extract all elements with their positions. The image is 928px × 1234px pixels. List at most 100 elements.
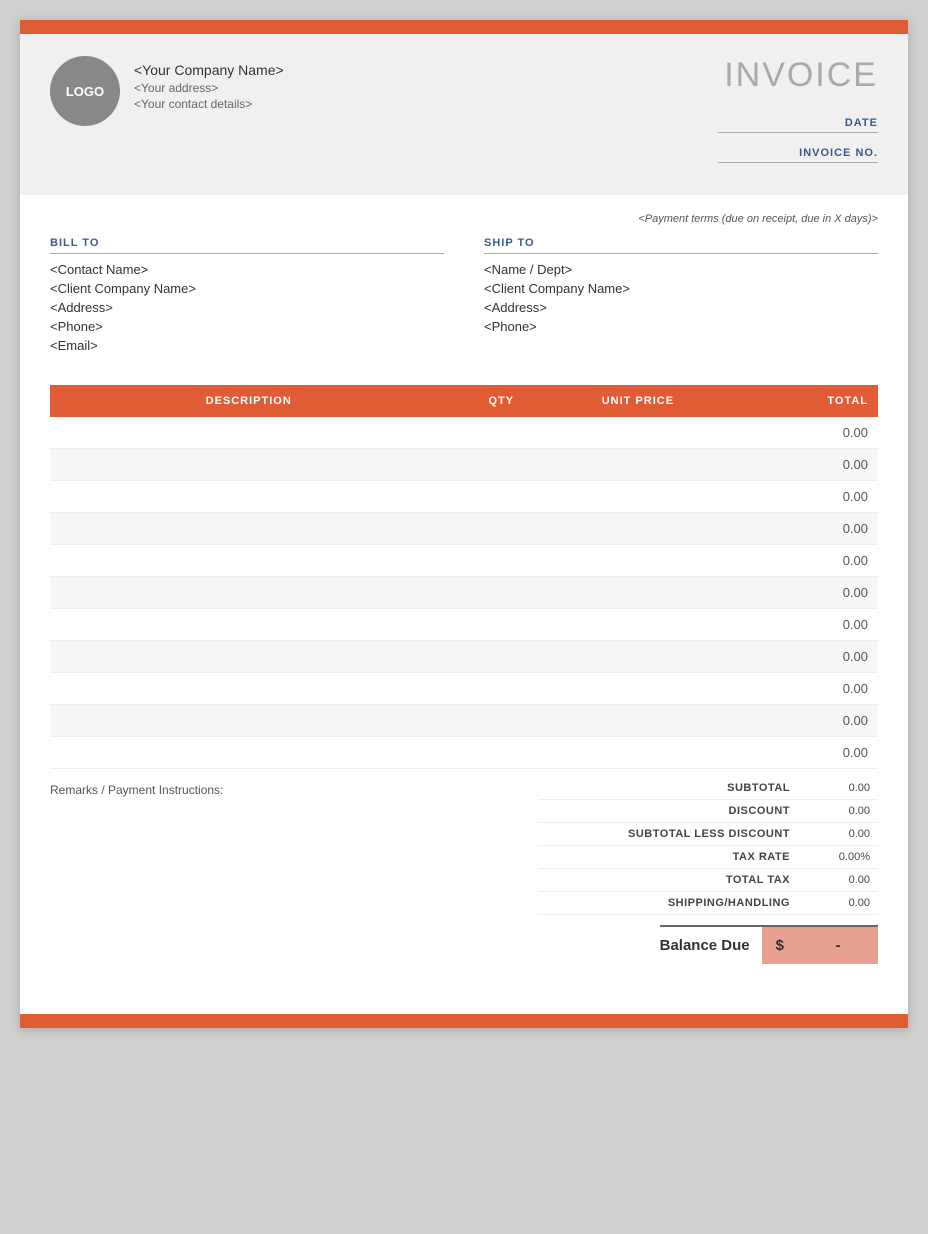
bottom-accent-bar	[20, 1014, 908, 1028]
table-row: 0.00	[50, 545, 878, 577]
totals-area: SUBTOTAL 0.00 DISCOUNT 0.00 SUBTOTAL LES…	[538, 777, 878, 915]
row-qty	[447, 449, 555, 481]
row-unit-price	[555, 609, 721, 641]
row-unit-price	[555, 481, 721, 513]
invoice-right: INVOICE DATE INVOICE NO.	[658, 56, 878, 173]
subtotal-less-discount-value: 0.00	[798, 823, 878, 846]
row-total: 0.00	[721, 577, 878, 609]
row-qty	[447, 577, 555, 609]
ship-address: <Address>	[484, 300, 878, 315]
bill-contact-name: <Contact Name>	[50, 262, 444, 277]
row-total: 0.00	[721, 545, 878, 577]
row-total: 0.00	[721, 737, 878, 769]
row-description	[50, 545, 447, 577]
bill-address: <Address>	[50, 300, 444, 315]
invoice-title: INVOICE	[658, 56, 878, 95]
balance-due-wrapper: Balance Due $ -	[20, 915, 908, 964]
row-qty	[447, 481, 555, 513]
remarks-area: Remarks / Payment Instructions:	[50, 777, 538, 915]
ship-name-dept: <Name / Dept>	[484, 262, 878, 277]
row-unit-price	[555, 641, 721, 673]
invoice-page: LOGO <Your Company Name> <Your address> …	[20, 20, 908, 1028]
row-unit-price	[555, 545, 721, 577]
table-row: 0.00	[50, 481, 878, 513]
shipping-label: SHIPPING/HANDLING	[538, 892, 798, 915]
table-row: 0.00	[50, 513, 878, 545]
row-qty	[447, 417, 555, 449]
row-qty	[447, 513, 555, 545]
row-unit-price	[555, 513, 721, 545]
row-description	[50, 417, 447, 449]
row-description	[50, 705, 447, 737]
table-row: 0.00	[50, 673, 878, 705]
row-description	[50, 481, 447, 513]
row-description	[50, 737, 447, 769]
company-contact: <Your contact details>	[134, 97, 284, 111]
invoice-no-field: INVOICE NO.	[658, 143, 878, 163]
col-unit-price: UNIT PRICE	[555, 385, 721, 417]
row-qty	[447, 705, 555, 737]
discount-label: DISCOUNT	[538, 800, 798, 823]
row-description	[50, 449, 447, 481]
row-unit-price	[555, 705, 721, 737]
col-description: DESCRIPTION	[50, 385, 447, 417]
ship-to-label: SHIP TO	[484, 237, 878, 254]
table-row: 0.00	[50, 737, 878, 769]
total-tax-value: 0.00	[798, 869, 878, 892]
header-section: LOGO <Your Company Name> <Your address> …	[20, 34, 908, 195]
row-total: 0.00	[721, 481, 878, 513]
row-total: 0.00	[721, 641, 878, 673]
total-tax-row: TOTAL TAX 0.00	[538, 869, 878, 892]
company-name: <Your Company Name>	[134, 62, 284, 78]
balance-due-label: Balance Due	[660, 927, 762, 964]
subtotal-label: SUBTOTAL	[538, 777, 798, 800]
row-unit-price	[555, 737, 721, 769]
row-qty	[447, 673, 555, 705]
row-description	[50, 673, 447, 705]
table-row: 0.00	[50, 609, 878, 641]
shipping-value: 0.00	[798, 892, 878, 915]
date-field: DATE	[658, 113, 878, 133]
table-row: 0.00	[50, 705, 878, 737]
row-qty	[447, 609, 555, 641]
row-description	[50, 513, 447, 545]
bill-company-name: <Client Company Name>	[50, 281, 444, 296]
bill-phone: <Phone>	[50, 319, 444, 334]
balance-due-amount: -	[798, 927, 878, 964]
table-row: 0.00	[50, 449, 878, 481]
table-row: 0.00	[50, 577, 878, 609]
items-section: DESCRIPTION QTY UNIT PRICE TOTAL 0.00 0.…	[20, 367, 908, 769]
ship-phone: <Phone>	[484, 319, 878, 334]
spacer	[20, 964, 908, 984]
tax-rate-row: TAX RATE 0.00%	[538, 846, 878, 869]
row-unit-price	[555, 673, 721, 705]
total-tax-label: TOTAL TAX	[538, 869, 798, 892]
ship-company-name: <Client Company Name>	[484, 281, 878, 296]
row-total: 0.00	[721, 449, 878, 481]
col-qty: QTY	[447, 385, 555, 417]
company-info: <Your Company Name> <Your address> <Your…	[134, 56, 284, 111]
balance-due-row: Balance Due $ -	[660, 925, 878, 964]
bill-email: <Email>	[50, 338, 444, 353]
body-section: <Payment terms (due on receipt, due in X…	[20, 195, 908, 367]
discount-row: DISCOUNT 0.00	[538, 800, 878, 823]
totals-remarks-row: Remarks / Payment Instructions: SUBTOTAL…	[20, 769, 908, 915]
row-qty	[447, 737, 555, 769]
items-table: DESCRIPTION QTY UNIT PRICE TOTAL 0.00 0.…	[50, 385, 878, 769]
discount-value: 0.00	[798, 800, 878, 823]
top-accent-bar	[20, 20, 908, 34]
row-qty	[447, 641, 555, 673]
tax-rate-label: TAX RATE	[538, 846, 798, 869]
subtotal-value: 0.00	[798, 777, 878, 800]
ship-to-section: SHIP TO <Name / Dept> <Client Company Na…	[484, 237, 878, 357]
row-description	[50, 577, 447, 609]
row-total: 0.00	[721, 417, 878, 449]
invoice-no-label: INVOICE NO.	[718, 147, 878, 163]
shipping-row: SHIPPING/HANDLING 0.00	[538, 892, 878, 915]
payment-terms: <Payment terms (due on receipt, due in X…	[50, 213, 878, 225]
logo-circle: LOGO	[50, 56, 120, 126]
row-unit-price	[555, 577, 721, 609]
balance-due-dollar: $	[762, 927, 798, 964]
col-total: TOTAL	[721, 385, 878, 417]
bill-ship-row: BILL TO <Contact Name> <Client Company N…	[50, 237, 878, 357]
